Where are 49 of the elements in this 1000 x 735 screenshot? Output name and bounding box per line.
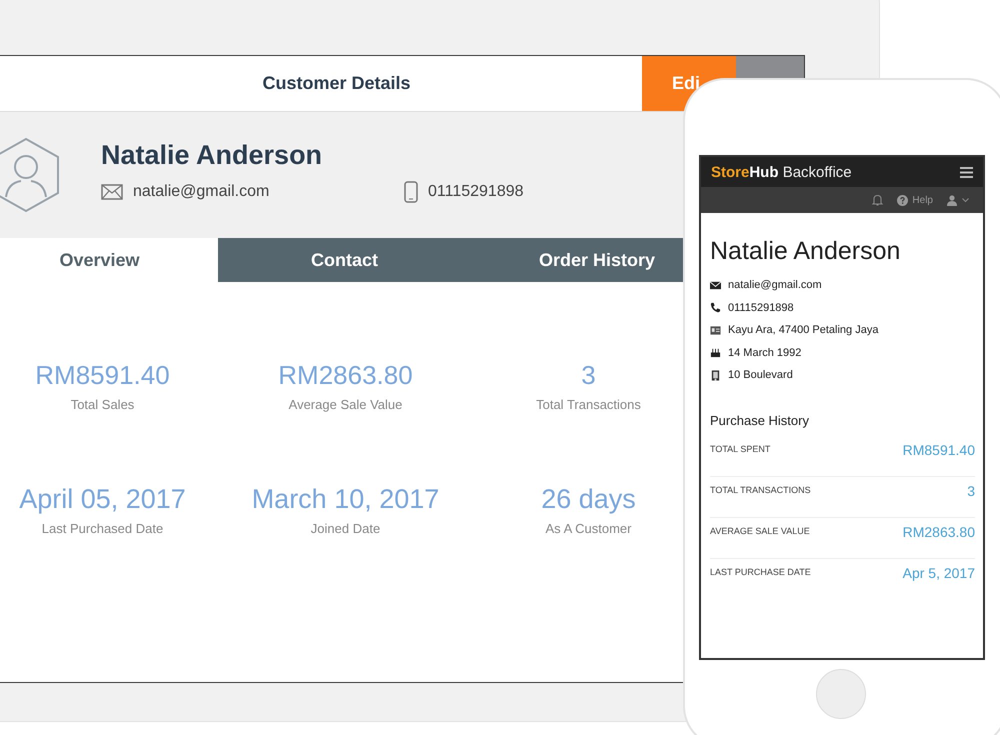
stat-value: RM8591.40 — [35, 360, 170, 391]
row-value: 3 — [967, 482, 975, 498]
row-label: TOTAL TRANSACTIONS — [710, 484, 811, 494]
stat-value: April 05, 2017 — [19, 484, 186, 515]
phone-icon — [710, 302, 721, 314]
stat-value: March 10, 2017 — [252, 484, 440, 515]
row-value: Apr 5, 2017 — [902, 564, 975, 580]
stat-value: 3 — [581, 360, 596, 391]
section-title: Purchase History — [710, 412, 810, 428]
detail-text: 14 March 1992 — [728, 346, 802, 359]
stat-value: 26 days — [541, 484, 636, 515]
tab[interactable]: Order History — [471, 238, 683, 282]
detail-text: 10 Boulevard — [728, 369, 793, 382]
mobile-phone-icon — [404, 180, 418, 202]
row-label: AVERAGE SALE VALUE — [710, 526, 810, 536]
stat-value: RM2863.80 — [278, 360, 413, 391]
stat-label: Average Sale Value — [288, 397, 402, 412]
envelope-icon — [101, 184, 123, 200]
brand-logo: StoreHub Backoffice — [711, 164, 852, 180]
row-label: TOTAL SPENT — [710, 444, 770, 454]
row-value: RM8591.40 — [902, 442, 975, 458]
detail-text: natalie@gmail.com — [728, 279, 822, 292]
menu-icon[interactable] — [960, 166, 973, 178]
envelope-icon — [710, 280, 721, 291]
avatar-icon — [0, 137, 61, 213]
page-title: Customer Details — [262, 73, 411, 94]
user-icon — [947, 194, 957, 206]
row-label: LAST PURCHASE DATE — [710, 566, 811, 576]
stat-label: Total Sales — [70, 397, 134, 412]
id-card-icon — [710, 324, 721, 336]
customer-email: natalie@gmail.com — [133, 182, 270, 200]
building-icon — [710, 370, 721, 381]
stat-label: Joined Date — [310, 521, 380, 536]
customer-name: Natalie Anderson — [710, 237, 902, 266]
tab[interactable]: Contact — [218, 238, 471, 282]
help-icon — [897, 194, 908, 206]
help-button[interactable]: Help — [897, 194, 933, 206]
customer-name: Natalie Anderson — [101, 140, 324, 170]
user-menu-button[interactable] — [947, 194, 969, 206]
stat-label: Last Purchased Date — [42, 521, 164, 536]
detail-text: 01115291898 — [728, 302, 794, 314]
chevron-down-icon — [962, 198, 969, 202]
cake-icon — [710, 347, 721, 358]
row-value: RM2863.80 — [902, 524, 975, 540]
bell-icon[interactable] — [872, 194, 884, 206]
detail-text: Kayu Ara, 47400 Petaling Jaya — [728, 324, 878, 336]
stat-label: As A Customer — [546, 521, 632, 536]
stat-label: Total Transactions — [536, 397, 641, 412]
customer-phone: 01115291898 — [428, 182, 524, 200]
